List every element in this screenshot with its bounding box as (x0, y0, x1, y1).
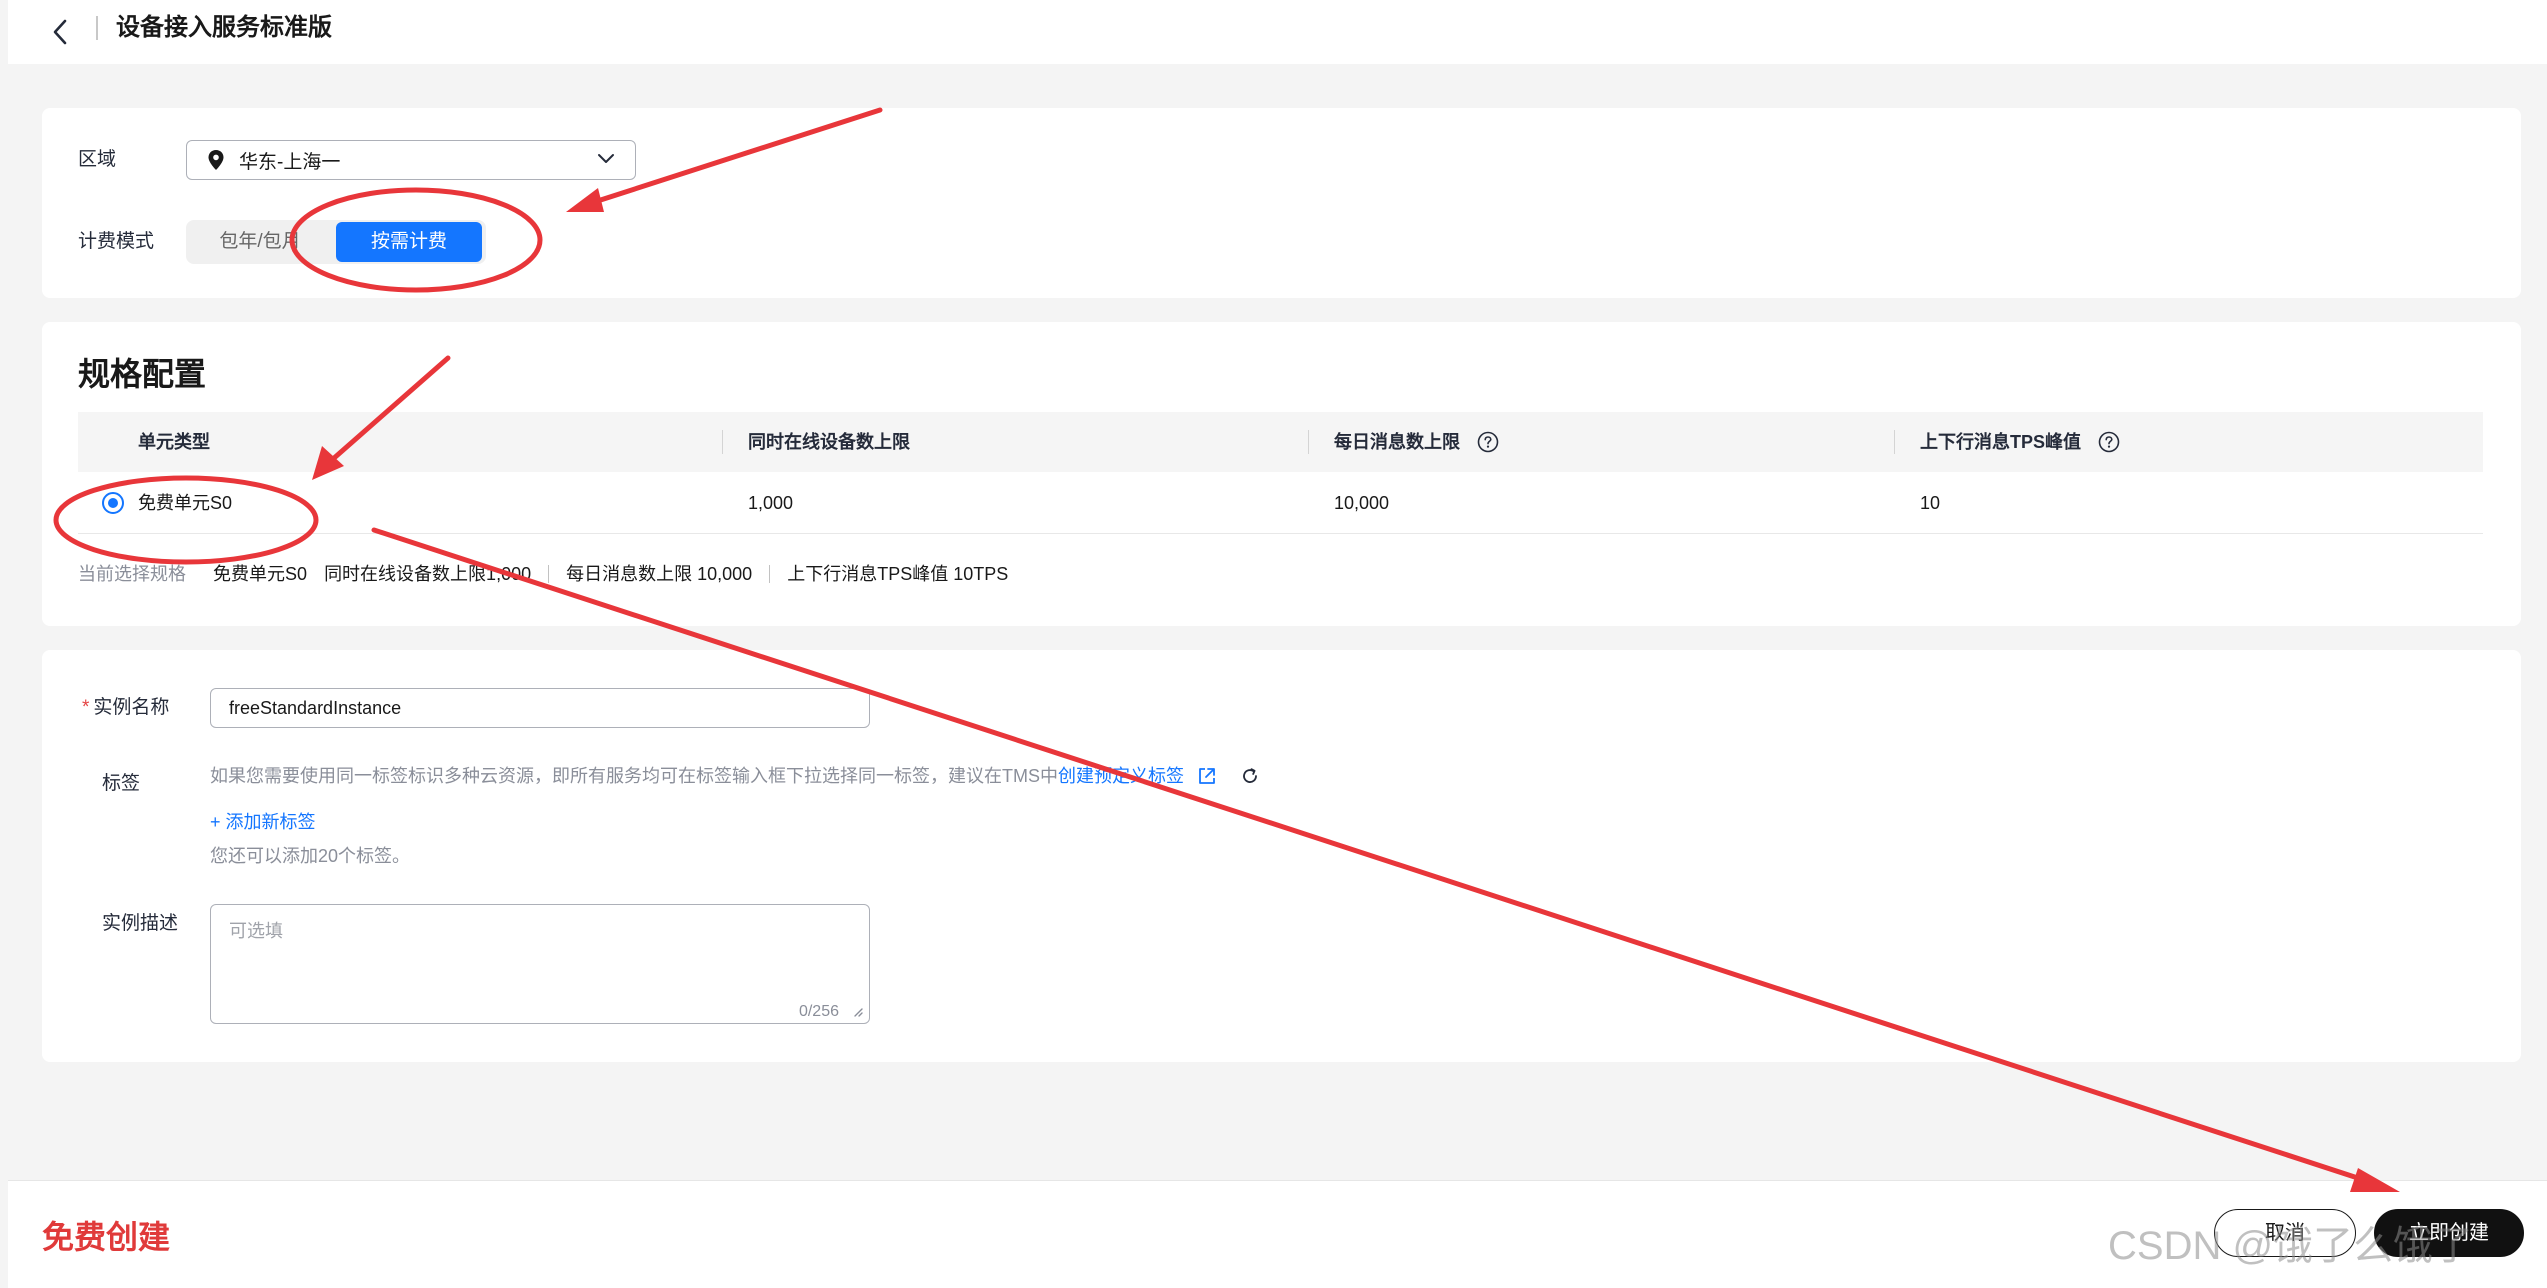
create-predefined-tag-link[interactable]: 创建预定义标签 (1058, 766, 1184, 786)
create-now-button[interactable]: 立即创建 (2374, 1209, 2524, 1257)
column-header-unit-type: 单元类型 (138, 432, 210, 452)
external-link-icon[interactable] (1197, 766, 1217, 786)
summary-divider (548, 565, 550, 583)
top-bar: 设备接入服务标准版 (8, 0, 2547, 64)
cancel-button[interactable]: 取消 (2214, 1209, 2356, 1257)
selected-spec-summary: 当前选择规格 免费单元S0 同时在线设备数上限1,000 每日消息数上限 10,… (78, 560, 1020, 588)
help-icon[interactable] (2098, 431, 2120, 453)
refresh-icon[interactable] (1240, 766, 1260, 786)
billing-option-yearly[interactable]: 包年/包月 (186, 220, 334, 264)
tag-label: 标签 (102, 773, 141, 794)
required-marker: * (82, 697, 90, 718)
description-field: 0/256 (210, 904, 870, 1024)
cell-daily-msgs: 10,000 (1334, 493, 1390, 513)
help-icon[interactable] (1477, 431, 1499, 453)
spec-table-header: 单元类型 同时在线设备数上限 每日消息数上限 上下行消息TPS峰值 (78, 412, 2483, 472)
footer-bar: 免费创建 取消 立即创建 (8, 1180, 2547, 1288)
spec-table: 单元类型 同时在线设备数上限 每日消息数上限 上下行消息TPS峰值 免费单元S0… (78, 412, 2483, 534)
chevron-left-icon (53, 19, 67, 45)
cell-tps: 10 (1920, 493, 1941, 513)
summary-daily: 每日消息数上限 10,000 (566, 564, 753, 584)
billing-option-ondemand[interactable]: 按需计费 (336, 222, 482, 262)
location-pin-icon (208, 150, 224, 170)
spec-section-title: 规格配置 (78, 356, 207, 392)
description-char-counter: 0/256 (798, 1003, 839, 1020)
region-select[interactable]: 华东-上海一 (186, 140, 636, 180)
column-header-tps: 上下行消息TPS峰值 (1920, 412, 2120, 472)
column-header-daily-msgs-text: 每日消息数上限 (1334, 432, 1460, 452)
summary-label: 当前选择规格 (78, 564, 186, 584)
column-separator (1308, 430, 1309, 454)
description-textarea[interactable] (211, 905, 869, 1023)
column-separator (722, 430, 723, 454)
tag-remaining-hint: 您还可以添加20个标签。 (210, 846, 411, 866)
tag-hint-text: 如果您需要使用同一标签标识多种云资源，即所有服务均可在标签输入框下拉选择同一标签… (210, 766, 1058, 786)
cell-max-online: 1,000 (748, 493, 794, 513)
spec-config-card: 规格配置 单元类型 同时在线设备数上限 每日消息数上限 上下行消息TPS峰值 免… (42, 322, 2521, 626)
summary-online: 同时在线设备数上限1,000 (324, 564, 532, 584)
tag-hint: 如果您需要使用同一标签标识多种云资源，即所有服务均可在标签输入框下拉选择同一标签… (210, 762, 1260, 790)
description-label: 实例描述 (102, 913, 179, 934)
billing-mode-label: 计费模式 (78, 231, 155, 252)
instance-name-label-text: 实例名称 (93, 697, 170, 718)
column-separator (1894, 430, 1895, 454)
resize-grip-icon[interactable] (851, 1005, 863, 1017)
spec-radio-selected[interactable] (102, 492, 124, 514)
basic-settings-card: 区域 华东-上海一 计费模式 包年/包月 按需计费 (42, 108, 2521, 298)
instance-name-label: * 实例名称 (82, 694, 169, 722)
billing-mode-toggle: 包年/包月 按需计费 (186, 220, 486, 264)
chevron-down-icon (598, 154, 614, 163)
footer-annotation-title: 免费创建 (42, 1219, 171, 1255)
column-header-max-online: 同时在线设备数上限 (748, 432, 910, 452)
summary-divider (769, 565, 771, 583)
instance-info-card: *实例名称 标签 如果您需要使用同一标签标识多种云资源，即所有服务均可在标签输入… (42, 650, 2521, 1062)
table-row[interactable]: 免费单元S0 1,000 10,000 10 (78, 472, 2483, 534)
title-divider (96, 16, 98, 40)
region-label: 区域 (78, 149, 117, 170)
back-button[interactable] (40, 12, 80, 52)
summary-tps: 上下行消息TPS峰值 10TPS (787, 564, 1009, 584)
cell-unit-type: 免费单元S0 (138, 493, 233, 513)
summary-unit: 免费单元S0 (213, 564, 308, 584)
instance-name-input[interactable] (210, 688, 870, 728)
column-header-tps-text: 上下行消息TPS峰值 (1920, 432, 2082, 452)
region-select-value: 华东-上海一 (239, 151, 341, 173)
page-title: 设备接入服务标准版 (116, 14, 332, 41)
column-header-daily-msgs: 每日消息数上限 (1334, 412, 1499, 472)
add-tag-button[interactable]: + 添加新标签 (210, 808, 316, 836)
